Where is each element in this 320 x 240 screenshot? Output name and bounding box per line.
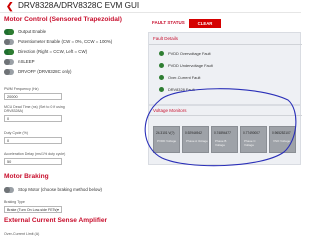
fault-status-label: FAULT STATUS	[152, 20, 185, 25]
fault-label: PVDD Overvoltage Fault	[168, 51, 211, 56]
toggle-switch[interactable]	[4, 38, 14, 45]
app-title: DRV8328A/DRV8328C EVM GUI	[18, 1, 140, 10]
toggle-label: DRVOFF (DRV8328C only)	[18, 69, 72, 74]
voltage-label: Phase A Voltage	[186, 139, 208, 143]
voltage-label: PVDD Voltage	[157, 139, 177, 143]
duty-cycle-label: Duty Cycle (%)	[4, 131, 28, 135]
voltage-tile-vso: 0.965252107 VSO Voltage	[269, 126, 296, 153]
fault-status-bar: FAULT STATUS CLEAR FAULTS	[148, 18, 301, 35]
toggle-label: nSLEEP	[18, 59, 35, 64]
voltage-label: Phase C Voltage	[244, 139, 256, 147]
fault-details-panel: Fault Details PVDD Overvoltage Fault PVD…	[148, 32, 302, 105]
toggle-drvoff[interactable]: DRVOFF (DRV8328C only)	[4, 67, 72, 76]
toggle-label: Stop Motor (choose braking method below)	[18, 187, 102, 192]
voltage-monitors-title: Voltage Monitors	[153, 108, 187, 113]
voltage-label: Phase B Voltage	[215, 139, 227, 147]
toggle-label: Potentiometer Enable (CW = 0%, CCW = 100…	[18, 39, 113, 44]
toggle-potentiometer-enable[interactable]: Potentiometer Enable (CW = 0%, CCW = 100…	[4, 37, 112, 46]
toggle-nsleep[interactable]: nSLEEP	[4, 57, 35, 66]
voltage-value: 0.92944942	[185, 131, 202, 135]
braking-type-select[interactable]: Brake (Turn On Low-side FETs)	[4, 206, 62, 213]
voltage-value: 0.74894477	[214, 131, 231, 135]
toggle-label: Direction (Right = CCW, Left = CW)	[18, 49, 88, 54]
pwm-frequency-input[interactable]: 20000	[4, 93, 62, 100]
divider	[149, 115, 302, 116]
voltage-value: 0.77490007	[243, 131, 260, 135]
voltage-tile-phase-c: 0.77490007 Phase C Voltage	[240, 126, 267, 153]
fault-label: DRV8328 Fault	[168, 87, 195, 92]
fault-details-title: Fault Details	[153, 36, 179, 41]
status-led-icon	[159, 51, 164, 56]
current-sense-title: External Current Sense Amplifier	[4, 217, 108, 224]
motor-braking-title: Motor Braking	[4, 173, 49, 180]
acceleration-delay-input[interactable]: 50	[4, 158, 62, 165]
voltage-value: 0.965252107	[272, 131, 291, 135]
over-current-limit-label: Over-Current Limit (A)	[4, 232, 40, 236]
status-led-icon	[159, 63, 164, 68]
status-led-icon	[159, 75, 164, 80]
top-bar: ❮ DRV8328A/DRV8328C EVM GUI	[0, 0, 301, 13]
chevron-left-icon[interactable]: ❮	[6, 1, 16, 11]
dead-time-input[interactable]: 0	[4, 115, 62, 122]
toggle-label: Output Enable	[18, 29, 47, 34]
dead-time-label: MCU Dead Time (ns) (Set to 0 if using DR…	[4, 105, 65, 114]
toggle-switch[interactable]	[4, 68, 14, 75]
toggle-stop-motor[interactable]: Stop Motor (choose braking method below)	[4, 185, 102, 194]
fault-item-pvdd-overvoltage: PVDD Overvoltage Fault	[159, 51, 211, 56]
toggle-switch[interactable]	[4, 186, 14, 193]
toggle-switch[interactable]	[4, 28, 14, 35]
toggle-switch[interactable]	[4, 48, 14, 55]
voltage-value: 24.3101 V(?)	[156, 131, 175, 135]
fault-item-over-current: Over-Current Fault	[159, 75, 200, 80]
voltage-monitors-panel: Voltage Monitors 24.3101 V(?) PVDD Volta…	[148, 105, 302, 165]
fault-item-drv8328: DRV8328 Fault	[159, 87, 195, 92]
duty-cycle-input[interactable]: 0	[4, 137, 62, 144]
pwm-frequency-label: PWM Frequency (Hz)	[4, 87, 39, 91]
left-panel: Motor Control (Sensored Trapezoidal) Out…	[0, 14, 147, 240]
clear-faults-button[interactable]: CLEAR FAULTS	[189, 19, 221, 35]
toggle-switch[interactable]	[4, 58, 14, 65]
acceleration-delay-label: Acceleration Delay (ms/1% duty cycle)	[4, 152, 66, 156]
fault-label: PVDD Undervoltage Fault	[168, 63, 213, 68]
voltage-tile-pvdd: 24.3101 V(?) PVDD Voltage	[153, 126, 180, 153]
right-panel: FAULT STATUS CLEAR FAULTS Fault Details …	[148, 14, 302, 240]
divider	[149, 44, 302, 45]
voltage-tile-phase-a: 0.92944942 Phase A Voltage	[182, 126, 209, 153]
motor-control-title: Motor Control (Sensored Trapezoidal)	[4, 16, 122, 23]
fault-item-pvdd-undervoltage: PVDD Undervoltage Fault	[159, 63, 213, 68]
status-led-icon	[159, 87, 164, 92]
toggle-output-enable[interactable]: Output Enable	[4, 27, 46, 36]
fault-label: Over-Current Fault	[168, 75, 201, 80]
voltage-tile-phase-b: 0.74894477 Phase B Voltage	[211, 126, 238, 153]
braking-type-label: Braking Type	[4, 200, 25, 204]
toggle-direction[interactable]: Direction (Right = CCW, Left = CW)	[4, 47, 87, 56]
voltage-label: VSO Voltage	[273, 139, 291, 143]
